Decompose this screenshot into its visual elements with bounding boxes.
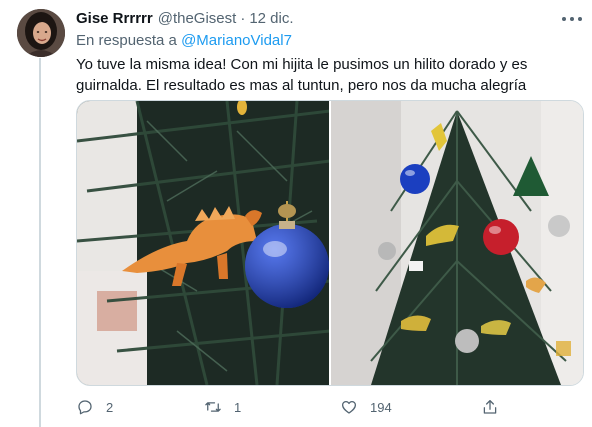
header-separator: · xyxy=(240,10,246,27)
thread-line xyxy=(39,58,41,427)
photo-christmas-tree[interactable] xyxy=(331,101,583,385)
like-icon xyxy=(341,400,357,414)
author-handle[interactable]: @theGisest xyxy=(158,10,237,27)
reply-icon xyxy=(78,400,92,415)
more-icon[interactable] xyxy=(562,12,582,26)
more-dot xyxy=(578,17,582,21)
share-icon xyxy=(483,399,497,414)
media-grid xyxy=(76,100,584,386)
tweet-timestamp[interactable]: 12 dic. xyxy=(249,10,293,27)
retweet-icon xyxy=(205,402,221,412)
share-button[interactable] xyxy=(481,396,499,418)
tweet-card[interactable]: Gise Rrrrrr @theGisest · 12 dic. En resp… xyxy=(0,0,592,427)
more-dot xyxy=(562,17,566,21)
reply-count: 2 xyxy=(106,399,114,415)
reply-mention-link[interactable]: @MarianoVidal7 xyxy=(181,32,292,49)
like-button[interactable]: 194 xyxy=(340,396,392,418)
tweet-text-line: guirnalda. El resultado es mas al tuntun… xyxy=(76,77,527,94)
author-name[interactable]: Gise Rrrrrr xyxy=(76,10,153,27)
more-dot xyxy=(570,17,574,21)
avatar[interactable] xyxy=(17,9,65,57)
tweet-text: Yo tuve la misma idea! Con mi hijita le … xyxy=(76,54,581,96)
retweet-button[interactable]: 1 xyxy=(204,396,241,418)
photo-dinosaur-ornament[interactable] xyxy=(77,101,329,385)
action-bar: 2 1 194 xyxy=(76,396,516,418)
reply-context: En respuesta a @MarianoVidal7 xyxy=(76,32,292,49)
like-count: 194 xyxy=(370,399,392,415)
reply-prefix: En respuesta a xyxy=(76,32,177,49)
reply-button[interactable]: 2 xyxy=(76,396,113,418)
retweet-count: 1 xyxy=(234,399,242,415)
tweet-header: Gise Rrrrrr @theGisest · 12 dic. xyxy=(76,10,294,30)
tweet-text-line: Yo tuve la misma idea! Con mi hijita le … xyxy=(76,56,528,73)
